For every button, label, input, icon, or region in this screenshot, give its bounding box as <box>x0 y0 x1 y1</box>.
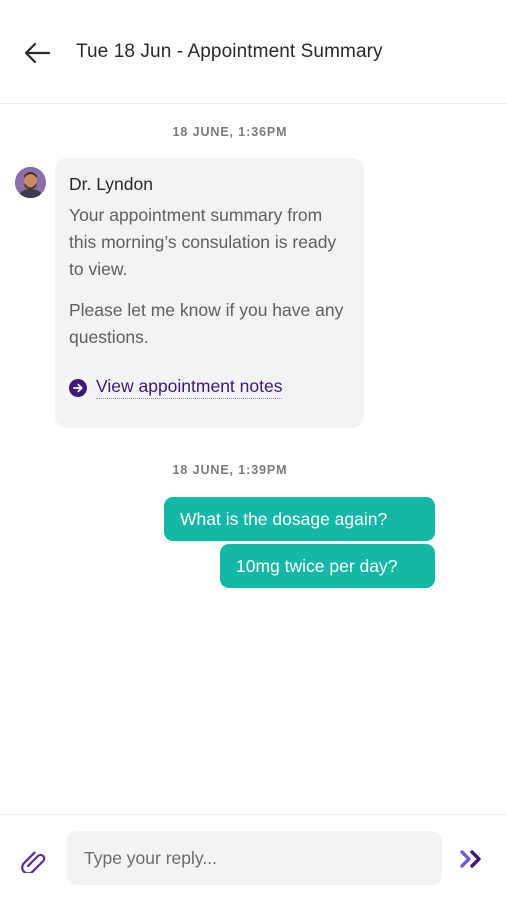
reply-input[interactable] <box>67 831 442 885</box>
sender-name: Dr. Lyndon <box>69 174 153 194</box>
incoming-message-bubble: Dr. Lyndon Your appointment summary from… <box>55 158 364 428</box>
send-chevrons-icon[interactable] <box>458 848 490 870</box>
outgoing-message-bubble: 10mg twice per day? <box>220 544 435 588</box>
reply-composer <box>0 814 507 900</box>
paperclip-icon[interactable] <box>20 847 48 875</box>
outgoing-message-bubble: What is the dosage again? <box>164 497 435 541</box>
page-title: Tue 18 Jun - Appointment Summary <box>76 41 383 62</box>
arrow-left-icon[interactable] <box>20 38 54 68</box>
link-label: View appointment notes <box>96 376 283 399</box>
view-appointment-notes-link[interactable]: View appointment notes <box>69 376 283 399</box>
message-timestamp: 18 JUNE, 1:39PM <box>172 463 288 477</box>
arrow-circle-right-icon <box>69 378 87 397</box>
doctor-avatar[interactable] <box>15 167 46 198</box>
top-bar: Tue 18 Jun - Appointment Summary <box>0 0 507 104</box>
message-text: Please let me know if you have any quest… <box>69 300 344 347</box>
message-timestamp: 18 JUNE, 1:36PM <box>172 125 288 139</box>
message-text: Your appointment summary from this morni… <box>69 205 337 279</box>
